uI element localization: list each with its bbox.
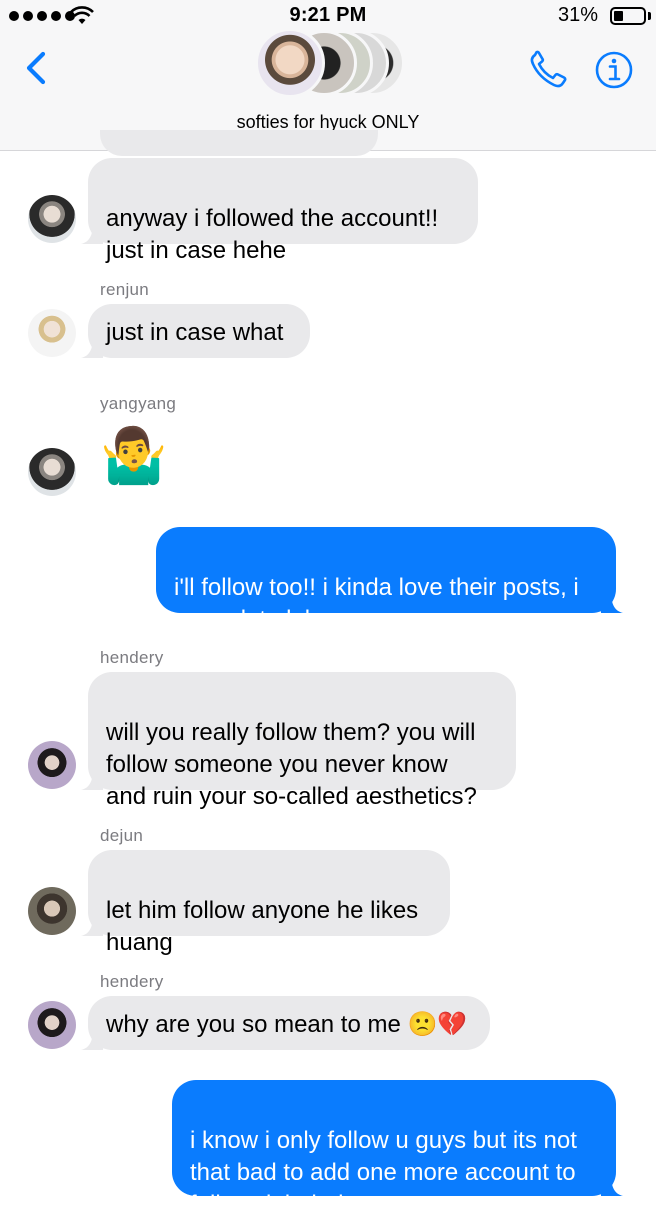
- sender-name: hendery: [100, 972, 164, 991]
- avatar[interactable]: [28, 741, 76, 789]
- bubble-tail: [601, 591, 623, 613]
- avatar[interactable]: [28, 1001, 76, 1049]
- emoji-message[interactable]: 🤷‍♂️: [100, 424, 167, 488]
- bubble-tail: [81, 222, 103, 244]
- conversation-header: 9:21 PM 31% softies for hyuck ONLY: [0, 0, 656, 151]
- message-bubble-outgoing[interactable]: i'll follow too!! i kinda love their pos…: [156, 527, 623, 633]
- battery-icon: [610, 7, 646, 25]
- message-text: will you really follow them? you will fo…: [106, 719, 477, 810]
- message-text: i know i only follow u guys but its not …: [190, 1127, 577, 1218]
- battery-tip: [648, 12, 651, 20]
- message-bubble-incoming[interactable]: just in case what: [81, 304, 310, 358]
- bubble-tail: [81, 336, 103, 358]
- message-text: why are you so mean to me 🙁💔: [106, 1011, 468, 1038]
- info-icon[interactable]: [594, 50, 634, 90]
- bubble-tail: [81, 914, 103, 936]
- message-bubble-incoming[interactable]: why are you so mean to me 🙁💔: [81, 996, 490, 1050]
- avatar[interactable]: [28, 448, 76, 496]
- message-bubble-incoming[interactable]: let him follow anyone he likes huang: [81, 850, 450, 956]
- message-bubble-outgoing[interactable]: i know i only follow u guys but its not …: [172, 1080, 623, 1218]
- bubble-tail: [81, 768, 103, 790]
- message-text: i'll follow too!! i kinda love their pos…: [174, 574, 579, 633]
- message-text: let him follow anyone he likes huang: [106, 897, 419, 956]
- battery-percent: 31%: [557, 4, 598, 26]
- avatar[interactable]: [28, 309, 76, 357]
- avatar[interactable]: [28, 195, 76, 243]
- partial-message-bubble: [100, 130, 378, 156]
- sender-name: yangyang: [100, 394, 177, 413]
- phone-icon[interactable]: [526, 50, 570, 90]
- message-bubble-incoming[interactable]: anyway i followed the account!! just in …: [81, 158, 478, 264]
- message-text: just in case what: [106, 319, 284, 346]
- back-chevron-icon[interactable]: [18, 48, 58, 88]
- sender-name: renjun: [100, 280, 150, 299]
- bubble-tail: [601, 1174, 623, 1196]
- bubble-tail: [81, 1028, 103, 1050]
- avatar[interactable]: [28, 887, 76, 935]
- battery-level: [614, 11, 623, 21]
- group-avatar-1: [255, 28, 325, 98]
- sender-name: hendery: [100, 648, 164, 667]
- group-avatar-stack[interactable]: [255, 28, 405, 100]
- sender-name: dejun: [100, 826, 144, 845]
- message-bubble-incoming[interactable]: will you really follow them? you will fo…: [81, 672, 516, 810]
- message-text: anyway i followed the account!! just in …: [106, 205, 439, 264]
